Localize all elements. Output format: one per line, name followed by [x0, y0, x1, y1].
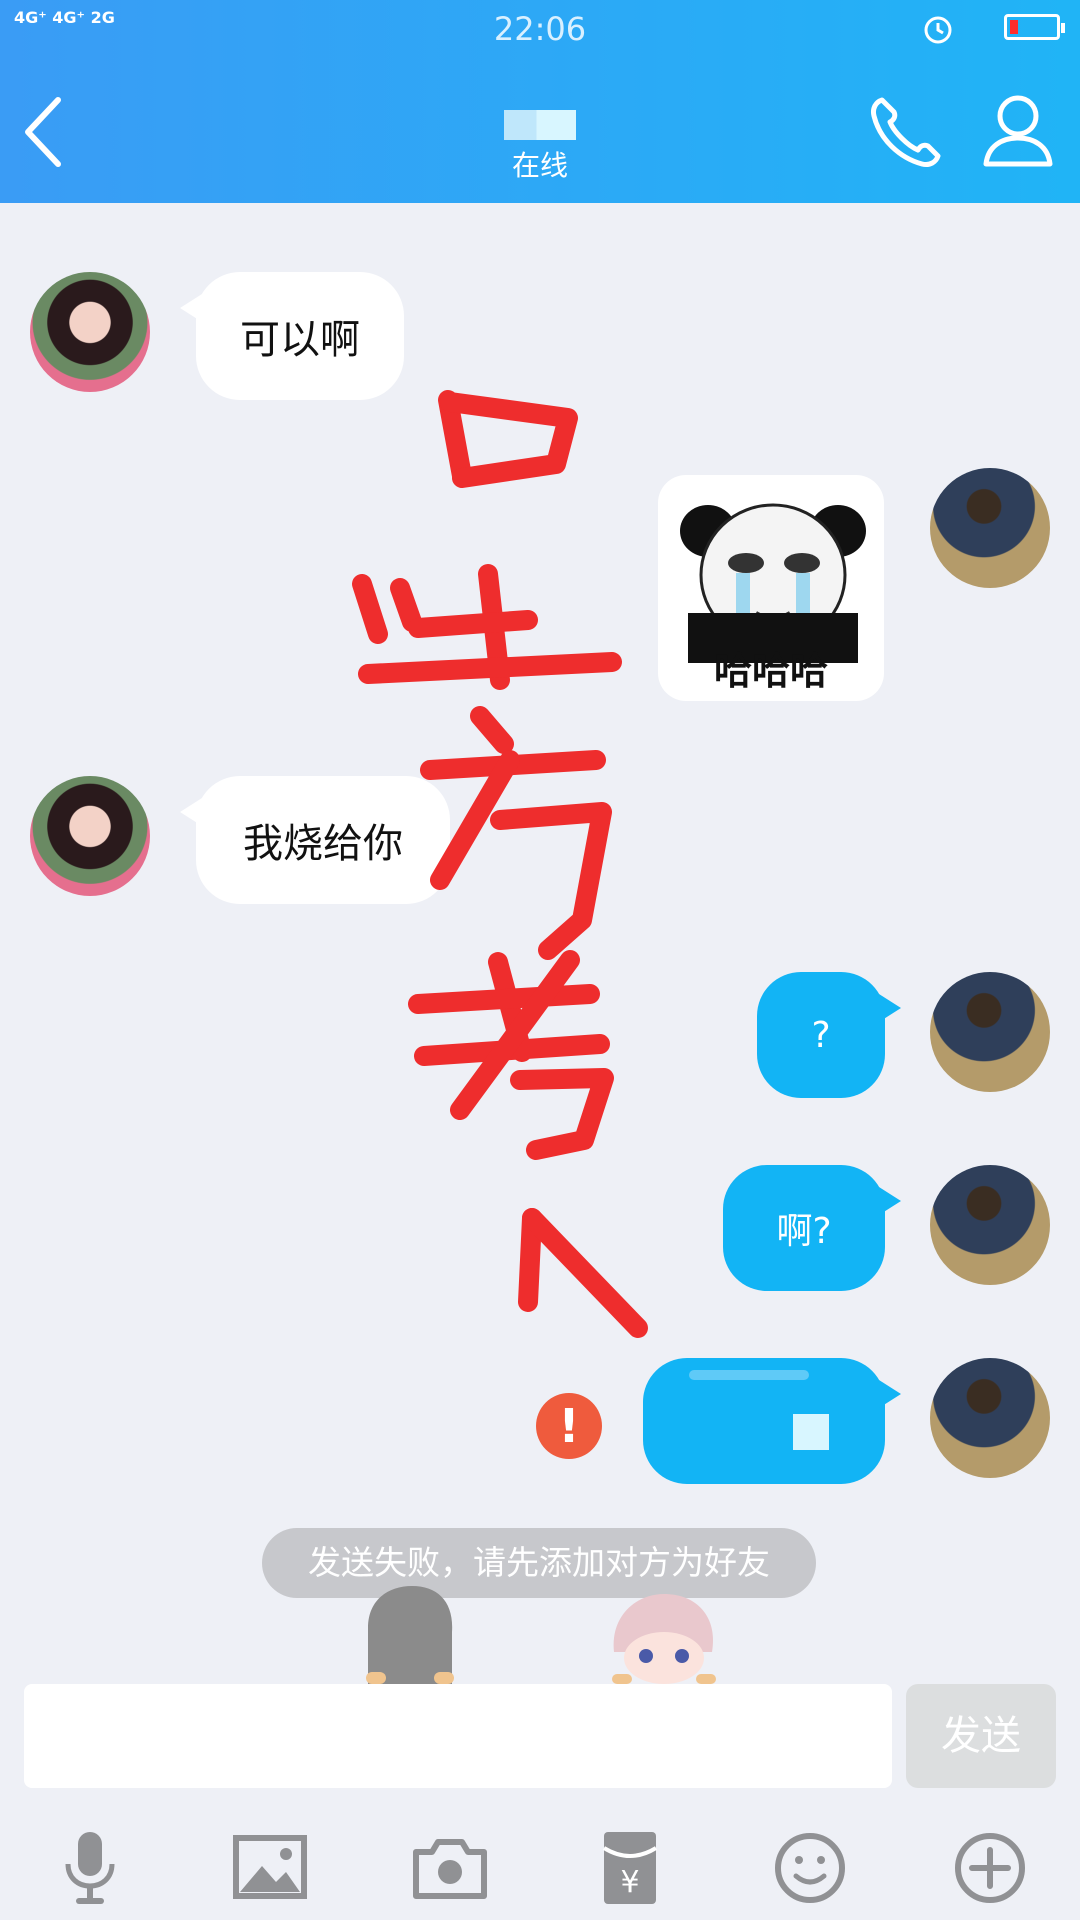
camera-icon[interactable] [410, 1828, 490, 1908]
send-button[interactable]: 发送 [906, 1684, 1056, 1788]
image-icon[interactable] [230, 1828, 310, 1908]
status-bar: 4G⁺ 4G⁺ 2G 22:06 [0, 0, 1080, 58]
contact-avatar[interactable] [30, 272, 150, 392]
message-text: 我烧给你 [243, 821, 403, 867]
message-text: 可以啊 [240, 317, 360, 363]
user-avatar[interactable] [930, 972, 1050, 1092]
failed-message-bubble[interactable] [643, 1358, 901, 1484]
message-bubble[interactable]: 可以啊 [180, 272, 404, 400]
clock: 22:06 [493, 10, 587, 48]
handwritten-scribble-overlay [352, 390, 648, 1338]
microphone-icon[interactable] [50, 1828, 130, 1908]
contact-title[interactable]: 在线 [440, 110, 640, 184]
cartoon-boy-illustration [366, 1586, 454, 1684]
message-text: 啊? [776, 1211, 832, 1252]
message-text: ? [811, 1014, 831, 1056]
alarm-icon [924, 16, 952, 44]
phone-icon[interactable] [866, 92, 946, 172]
user-avatar[interactable] [930, 1358, 1050, 1478]
message-input[interactable] [24, 1684, 892, 1788]
user-avatar[interactable] [930, 1165, 1050, 1285]
battery-icon [1004, 14, 1065, 40]
sticker-message[interactable]: 哈哈哈 [658, 475, 884, 701]
message-bubble[interactable]: ? [757, 972, 901, 1098]
input-toolbar: ¥ [0, 1808, 1080, 1920]
sticker-caption: 哈哈哈 [713, 649, 828, 693]
contact-name-redacted [504, 110, 576, 140]
send-failed-notice: 发送失败，请先添加对方为好友 [262, 1528, 816, 1598]
redacted-content [793, 1414, 829, 1450]
contact-avatar[interactable] [30, 776, 150, 896]
user-avatar[interactable] [930, 468, 1050, 588]
red-packet-icon[interactable]: ¥ [590, 1828, 670, 1908]
svg-text:¥: ¥ [620, 1865, 639, 1900]
emoji-icon[interactable] [770, 1828, 850, 1908]
redacted-content [689, 1370, 809, 1380]
contact-status: 在线 [511, 149, 568, 182]
send-failed-icon[interactable]: ! [536, 1393, 602, 1459]
profile-icon[interactable] [978, 92, 1058, 172]
plus-icon[interactable] [950, 1828, 1030, 1908]
message-bubble[interactable]: 我烧给你 [180, 776, 450, 904]
chat-header: 4G⁺ 4G⁺ 2G 22:06 在线 [0, 0, 1080, 203]
cartoon-girl-illustration [612, 1594, 716, 1684]
back-icon[interactable] [18, 92, 70, 172]
panda-meme-icon [680, 503, 866, 663]
message-bubble[interactable]: 啊? [723, 1165, 901, 1291]
